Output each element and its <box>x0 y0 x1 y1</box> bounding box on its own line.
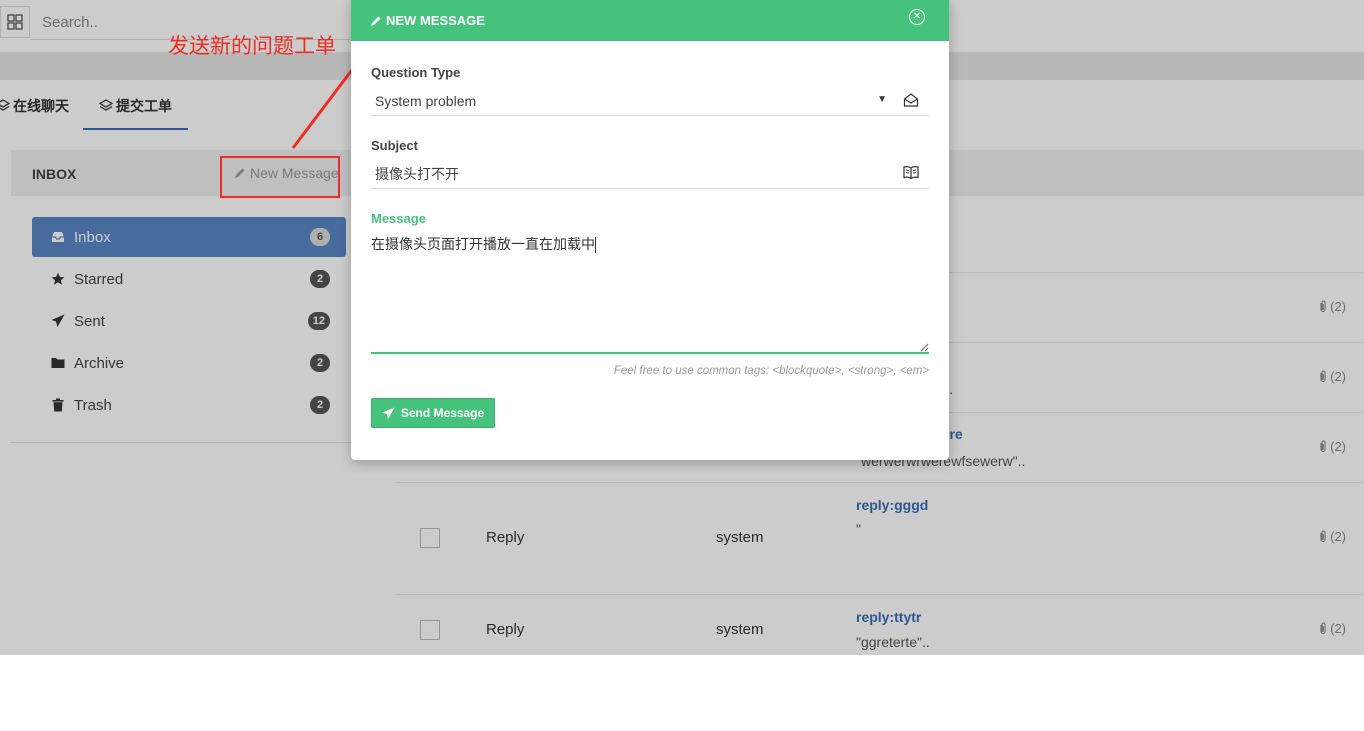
question-type-label: Question Type <box>371 65 461 80</box>
message-textarea[interactable]: 在摄像头页面打开播放一直在加载中 <box>371 232 929 354</box>
subject-label: Subject <box>371 138 418 153</box>
paper-plane-icon <box>382 406 395 419</box>
formatting-hint: Feel free to use common tags: <blockquot… <box>613 365 929 377</box>
question-type-value: System problem <box>375 92 477 109</box>
subject-input[interactable]: 摄像头打不开 <box>371 159 929 189</box>
modal-title: NEW MESSAGE <box>386 13 485 28</box>
envelope-open-icon <box>903 92 919 111</box>
message-label: Message <box>371 211 426 226</box>
subject-value: 摄像头打不开 <box>375 166 459 183</box>
modal-header: NEW MESSAGE ✕ <box>351 0 949 41</box>
pencil-icon <box>371 16 381 26</box>
new-message-modal: NEW MESSAGE ✕ Question Type System probl… <box>351 0 949 460</box>
send-message-button[interactable]: Send Message <box>371 398 495 428</box>
annotation-highlight-box <box>220 156 340 198</box>
resize-handle-icon[interactable] <box>920 343 929 352</box>
send-message-label: Send Message <box>400 406 485 420</box>
question-type-select[interactable]: System problem ▼ <box>371 86 929 116</box>
close-icon[interactable]: ✕ <box>909 9 925 25</box>
text-caret <box>595 237 596 253</box>
book-icon <box>903 165 919 182</box>
modal-body: Question Type System problem ▼ Subject 摄… <box>351 41 949 428</box>
message-value: 在摄像头页面打开播放一直在加载中 <box>371 237 595 253</box>
chevron-down-icon: ▼ <box>877 94 887 105</box>
annotation-text: 发送新的问题工单 <box>168 34 336 58</box>
